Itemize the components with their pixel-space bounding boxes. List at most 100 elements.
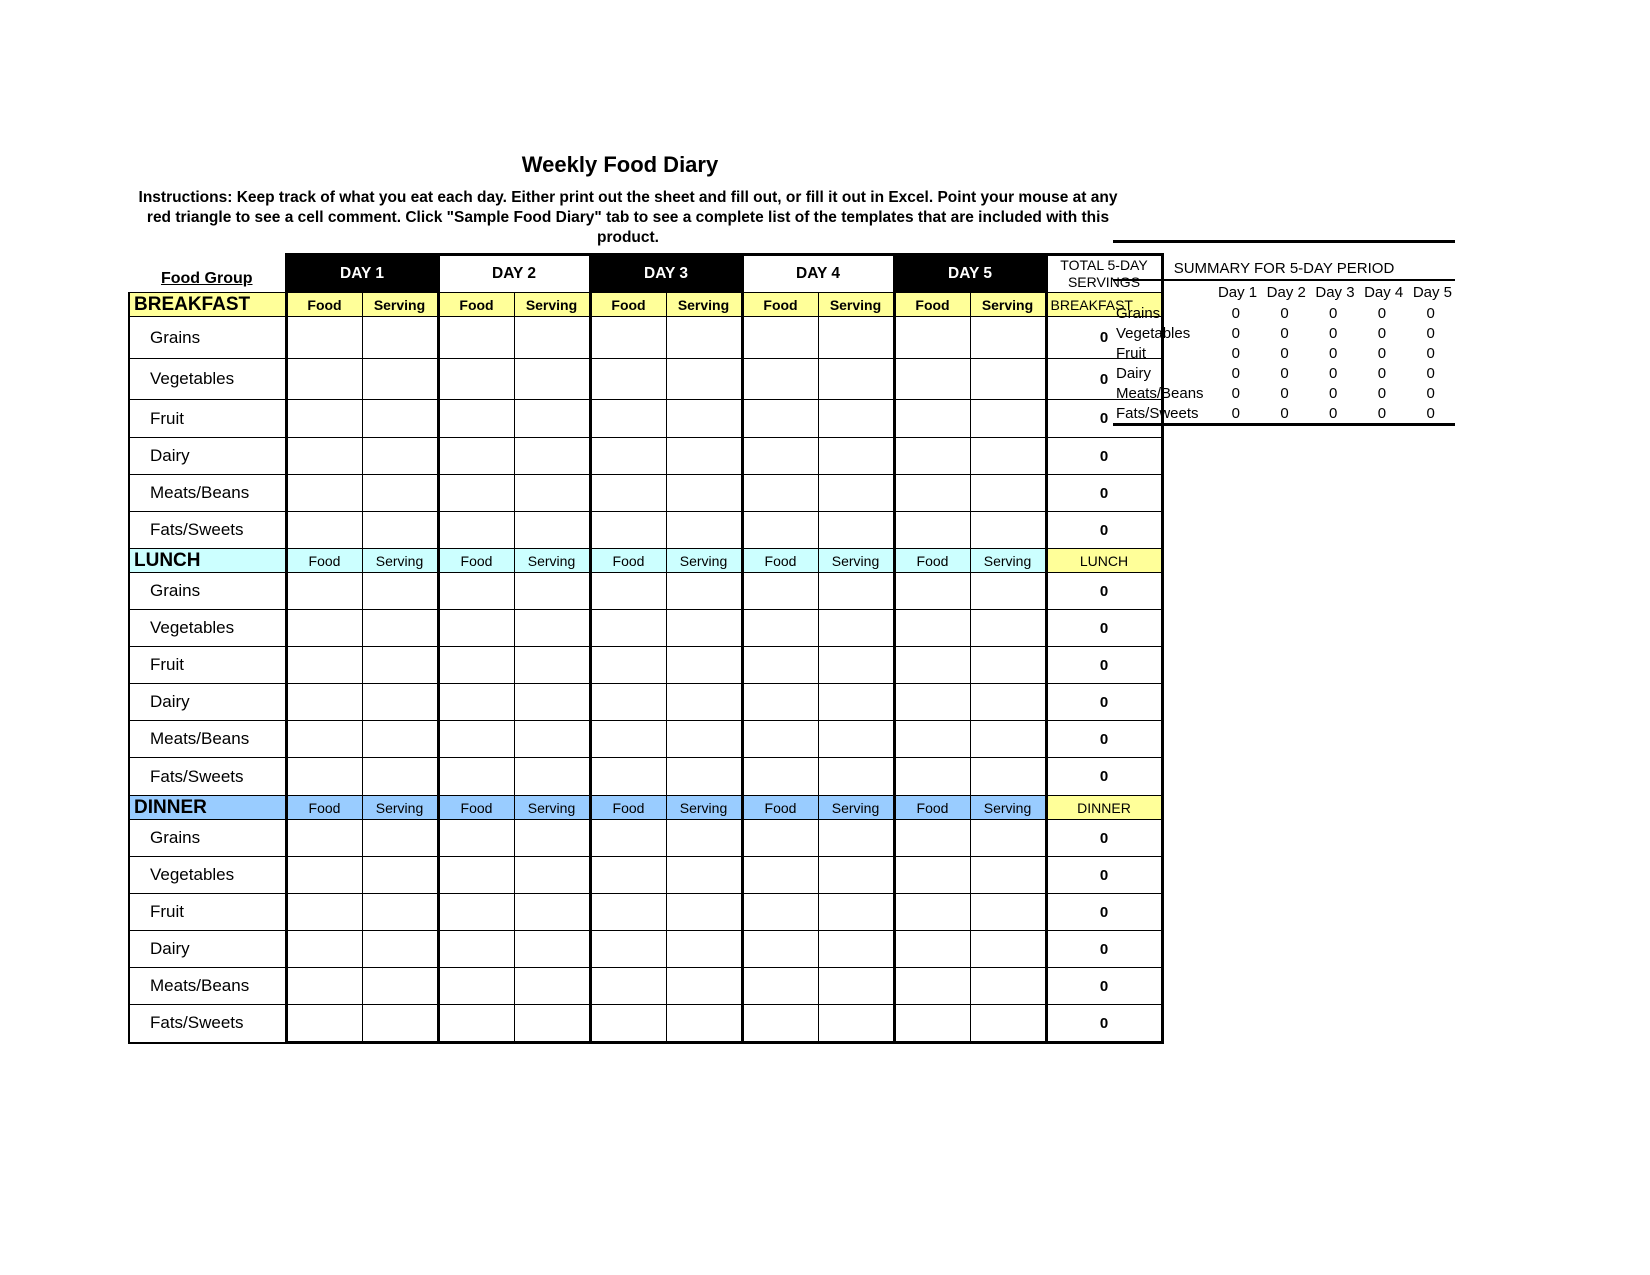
day-3-serving-cell[interactable] bbox=[665, 1004, 743, 1044]
day-4-serving-cell[interactable] bbox=[817, 819, 895, 857]
day-1-serving-cell[interactable] bbox=[361, 683, 439, 721]
day-4-serving-cell[interactable] bbox=[817, 437, 895, 475]
day-4-serving-cell[interactable] bbox=[817, 474, 895, 512]
day-4-food-cell[interactable] bbox=[740, 572, 819, 610]
day-4-serving-cell[interactable] bbox=[817, 358, 895, 400]
day-2-serving-cell[interactable] bbox=[513, 399, 591, 438]
day-1-food-cell[interactable] bbox=[284, 967, 363, 1005]
day-2-food-cell[interactable] bbox=[436, 1004, 515, 1044]
day-5-serving-cell[interactable] bbox=[969, 720, 1047, 758]
day-4-food-cell[interactable] bbox=[740, 856, 819, 894]
day-4-serving-cell[interactable] bbox=[817, 930, 895, 968]
day-2-serving-cell[interactable] bbox=[513, 609, 591, 647]
day-4-serving-cell[interactable] bbox=[817, 511, 895, 549]
day-2-serving-cell[interactable] bbox=[513, 437, 591, 475]
day-5-serving-cell[interactable] bbox=[969, 511, 1047, 549]
day-3-food-cell[interactable] bbox=[588, 720, 667, 758]
day-5-serving-cell[interactable] bbox=[969, 316, 1047, 359]
day-3-food-cell[interactable] bbox=[588, 893, 667, 931]
day-1-serving-cell[interactable] bbox=[361, 646, 439, 684]
day-1-serving-cell[interactable] bbox=[361, 757, 439, 796]
day-2-serving-cell[interactable] bbox=[513, 757, 591, 796]
day-3-serving-cell[interactable] bbox=[665, 967, 743, 1005]
day-1-food-cell[interactable] bbox=[284, 358, 363, 400]
day-1-food-cell[interactable] bbox=[284, 399, 363, 438]
day-4-serving-cell[interactable] bbox=[817, 316, 895, 359]
day-3-food-cell[interactable] bbox=[588, 609, 667, 647]
day-4-food-cell[interactable] bbox=[740, 819, 819, 857]
day-1-serving-cell[interactable] bbox=[361, 609, 439, 647]
day-3-serving-cell[interactable] bbox=[665, 609, 743, 647]
day-1-serving-cell[interactable] bbox=[361, 967, 439, 1005]
day-3-serving-cell[interactable] bbox=[665, 856, 743, 894]
day-1-serving-cell[interactable] bbox=[361, 856, 439, 894]
day-5-serving-cell[interactable] bbox=[969, 437, 1047, 475]
day-4-food-cell[interactable] bbox=[740, 930, 819, 968]
day-3-food-cell[interactable] bbox=[588, 683, 667, 721]
day-4-serving-cell[interactable] bbox=[817, 609, 895, 647]
day-4-serving-cell[interactable] bbox=[817, 399, 895, 438]
day-1-serving-cell[interactable] bbox=[361, 720, 439, 758]
day-2-serving-cell[interactable] bbox=[513, 967, 591, 1005]
day-3-food-cell[interactable] bbox=[588, 358, 667, 400]
day-4-serving-cell[interactable] bbox=[817, 646, 895, 684]
day-1-food-cell[interactable] bbox=[284, 757, 363, 796]
day-5-food-cell[interactable] bbox=[892, 683, 971, 721]
day-2-food-cell[interactable] bbox=[436, 856, 515, 894]
day-1-serving-cell[interactable] bbox=[361, 893, 439, 931]
day-2-food-cell[interactable] bbox=[436, 474, 515, 512]
day-1-food-cell[interactable] bbox=[284, 474, 363, 512]
day-2-serving-cell[interactable] bbox=[513, 683, 591, 721]
day-3-food-cell[interactable] bbox=[588, 757, 667, 796]
day-1-serving-cell[interactable] bbox=[361, 399, 439, 438]
day-2-food-cell[interactable] bbox=[436, 646, 515, 684]
day-1-serving-cell[interactable] bbox=[361, 358, 439, 400]
day-5-serving-cell[interactable] bbox=[969, 358, 1047, 400]
day-5-serving-cell[interactable] bbox=[969, 893, 1047, 931]
day-5-serving-cell[interactable] bbox=[969, 819, 1047, 857]
day-3-serving-cell[interactable] bbox=[665, 474, 743, 512]
day-4-serving-cell[interactable] bbox=[817, 893, 895, 931]
day-2-food-cell[interactable] bbox=[436, 757, 515, 796]
day-3-food-cell[interactable] bbox=[588, 819, 667, 857]
day-1-food-cell[interactable] bbox=[284, 819, 363, 857]
day-1-food-cell[interactable] bbox=[284, 437, 363, 475]
day-2-food-cell[interactable] bbox=[436, 819, 515, 857]
day-3-food-cell[interactable] bbox=[588, 474, 667, 512]
day-2-food-cell[interactable] bbox=[436, 316, 515, 359]
day-3-food-cell[interactable] bbox=[588, 316, 667, 359]
day-1-food-cell[interactable] bbox=[284, 856, 363, 894]
day-2-serving-cell[interactable] bbox=[513, 511, 591, 549]
day-3-serving-cell[interactable] bbox=[665, 930, 743, 968]
day-4-food-cell[interactable] bbox=[740, 1004, 819, 1044]
day-5-serving-cell[interactable] bbox=[969, 572, 1047, 610]
day-3-serving-cell[interactable] bbox=[665, 893, 743, 931]
day-3-food-cell[interactable] bbox=[588, 646, 667, 684]
day-1-food-cell[interactable] bbox=[284, 646, 363, 684]
day-5-food-cell[interactable] bbox=[892, 474, 971, 512]
day-5-serving-cell[interactable] bbox=[969, 646, 1047, 684]
day-4-serving-cell[interactable] bbox=[817, 856, 895, 894]
day-3-food-cell[interactable] bbox=[588, 1004, 667, 1044]
day-1-food-cell[interactable] bbox=[284, 1004, 363, 1044]
day-4-food-cell[interactable] bbox=[740, 967, 819, 1005]
day-4-food-cell[interactable] bbox=[740, 757, 819, 796]
day-3-serving-cell[interactable] bbox=[665, 437, 743, 475]
day-3-serving-cell[interactable] bbox=[665, 683, 743, 721]
day-1-food-cell[interactable] bbox=[284, 316, 363, 359]
day-2-serving-cell[interactable] bbox=[513, 358, 591, 400]
day-3-serving-cell[interactable] bbox=[665, 358, 743, 400]
day-3-food-cell[interactable] bbox=[588, 967, 667, 1005]
day-3-food-cell[interactable] bbox=[588, 437, 667, 475]
day-3-serving-cell[interactable] bbox=[665, 399, 743, 438]
day-5-serving-cell[interactable] bbox=[969, 609, 1047, 647]
day-5-food-cell[interactable] bbox=[892, 967, 971, 1005]
day-4-serving-cell[interactable] bbox=[817, 1004, 895, 1044]
day-2-food-cell[interactable] bbox=[436, 511, 515, 549]
day-5-food-cell[interactable] bbox=[892, 930, 971, 968]
day-2-serving-cell[interactable] bbox=[513, 856, 591, 894]
day-4-serving-cell[interactable] bbox=[817, 720, 895, 758]
day-5-food-cell[interactable] bbox=[892, 358, 971, 400]
day-5-serving-cell[interactable] bbox=[969, 930, 1047, 968]
day-1-serving-cell[interactable] bbox=[361, 316, 439, 359]
